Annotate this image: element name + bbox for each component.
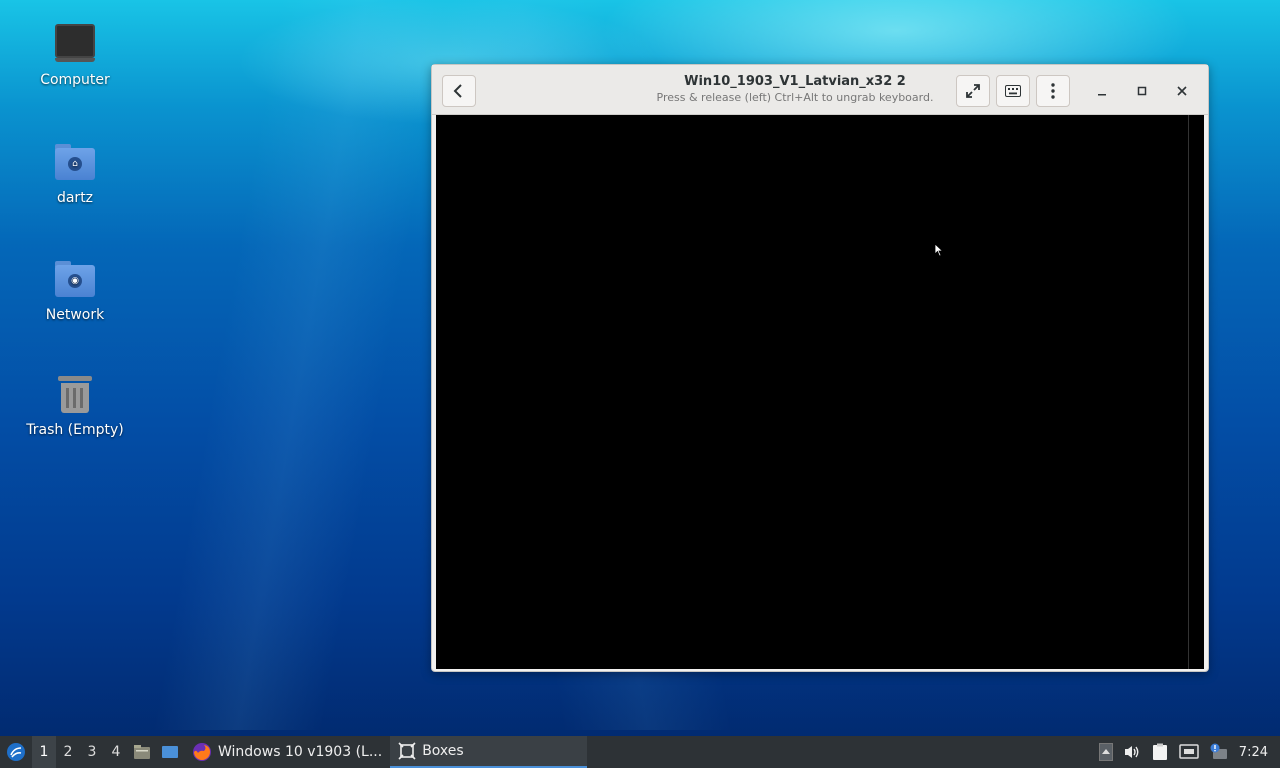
mouse-pointer-icon [934, 243, 944, 257]
task-boxes[interactable]: Boxes [390, 736, 588, 768]
network-applet[interactable] [1179, 736, 1199, 768]
desktop-icon-label: Computer [40, 72, 110, 88]
desktop-icon-trash[interactable]: Trash (Empty) [20, 372, 130, 438]
minimize-button[interactable] [1090, 79, 1114, 103]
desktop-icon-network[interactable]: ◉ Network [20, 257, 130, 323]
header-bar: Win10_1903_V1_Latvian_x32 2 Press & rele… [432, 65, 1208, 115]
keyboard-button[interactable] [996, 75, 1030, 107]
workspace-1[interactable]: 1 [32, 736, 56, 768]
minimize-icon [1098, 94, 1106, 96]
fullscreen-button[interactable] [956, 75, 990, 107]
volume-icon [1124, 746, 1139, 758]
show-desktop-button[interactable] [156, 736, 184, 768]
system-tray: 7:24 [1098, 736, 1280, 768]
workspace-4[interactable]: 4 [104, 736, 128, 768]
volume-control[interactable] [1123, 736, 1141, 768]
title-box: Win10_1903_V1_Latvian_x32 2 Press & rele… [632, 74, 958, 104]
window-subtitle: Press & release (left) Ctrl+Alt to ungra… [656, 91, 934, 104]
trash-icon [53, 372, 97, 416]
fullscreen-icon [966, 84, 980, 98]
tray-expander[interactable] [1098, 736, 1113, 768]
computer-icon [53, 22, 97, 66]
notification-info-icon [1210, 743, 1227, 759]
network-wired-icon [1179, 744, 1199, 759]
back-arrow-icon [453, 84, 462, 98]
window-title: Win10_1903_V1_Latvian_x32 2 [684, 74, 906, 89]
clipboard-applet[interactable] [1151, 736, 1169, 768]
boxes-icon [398, 742, 416, 760]
desktop-icon [162, 746, 178, 758]
task-firefox[interactable]: Windows 10 v1903 (L... [184, 736, 390, 768]
task-label: Boxes [422, 743, 464, 759]
close-icon [1177, 86, 1187, 96]
kebab-menu-icon [1051, 83, 1055, 99]
vm-display[interactable] [436, 115, 1204, 669]
desktop-icon-home[interactable]: ⌂ dartz [20, 140, 130, 206]
clipboard-icon [1152, 743, 1167, 760]
arrow-up-icon [1098, 743, 1113, 761]
workspace-3[interactable]: 3 [80, 736, 104, 768]
desktop-icon-label: Network [45, 307, 105, 323]
boxes-window: Win10_1903_V1_Latvian_x32 2 Press & rele… [431, 64, 1209, 672]
vm-display-edge [1188, 115, 1189, 669]
clock[interactable]: 7:24 [1239, 745, 1268, 760]
menu-button[interactable] [1036, 75, 1070, 107]
lubuntu-logo-icon [7, 743, 25, 761]
close-button[interactable] [1170, 79, 1194, 103]
file-manager-icon [134, 745, 150, 759]
keyboard-icon [1005, 85, 1021, 97]
desktop-icon-computer[interactable]: Computer [20, 22, 130, 88]
home-folder-icon: ⌂ [53, 140, 97, 184]
start-menu-button[interactable] [0, 736, 32, 768]
taskbar: 1 2 3 4 Windows 10 v1903 (L... Boxes 7:2… [0, 736, 1280, 768]
back-button[interactable] [442, 75, 476, 107]
desktop-icon-label: dartz [56, 190, 94, 206]
network-folder-icon: ◉ [53, 257, 97, 301]
firefox-icon [193, 743, 211, 761]
workspace-2[interactable]: 2 [56, 736, 80, 768]
file-manager-launcher[interactable] [128, 736, 156, 768]
maximize-icon [1137, 86, 1147, 96]
desktop-icon-label: Trash (Empty) [26, 422, 124, 438]
maximize-button[interactable] [1130, 79, 1154, 103]
task-label: Windows 10 v1903 (L... [218, 744, 383, 760]
update-notifier[interactable] [1209, 736, 1229, 768]
